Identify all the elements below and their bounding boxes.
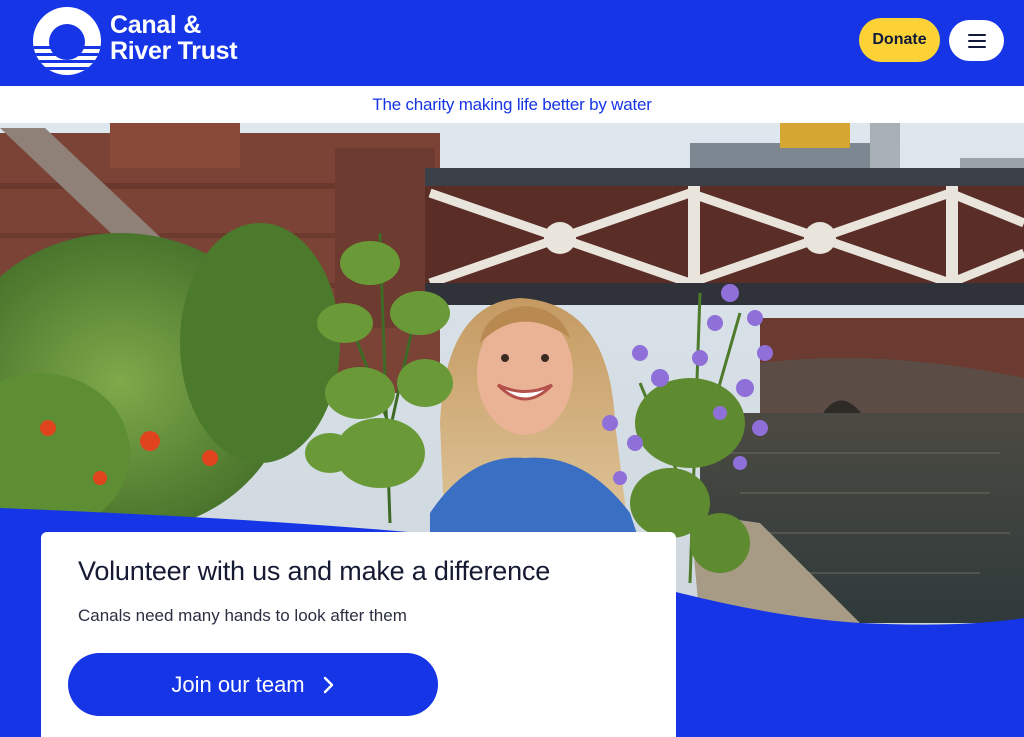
menu-button[interactable] [949, 20, 1004, 61]
volunteer-card: Volunteer with us and make a difference … [41, 532, 676, 737]
card-subtitle: Canals need many hands to look after the… [78, 606, 407, 625]
hamburger-menu-icon [967, 33, 986, 48]
tagline-bar: The charity making life better by water [0, 86, 1024, 123]
logo-wordmark[interactable]: Canal & River Trust [110, 11, 238, 65]
logo-line-2: River Trust [110, 37, 238, 65]
tagline-text: The charity making life better by water [372, 94, 652, 114]
cta-label: Join our team [171, 671, 305, 697]
logo-line-1: Canal & [110, 11, 201, 39]
card-title: Volunteer with us and make a difference [78, 556, 551, 586]
site-header: Canal & River Trust Donate [0, 0, 1024, 86]
donate-button[interactable]: Donate [859, 18, 940, 62]
canal-river-trust-logo-icon[interactable] [32, 6, 102, 76]
chevron-right-icon [323, 676, 333, 693]
join-our-team-button[interactable]: Join our team [68, 653, 438, 716]
